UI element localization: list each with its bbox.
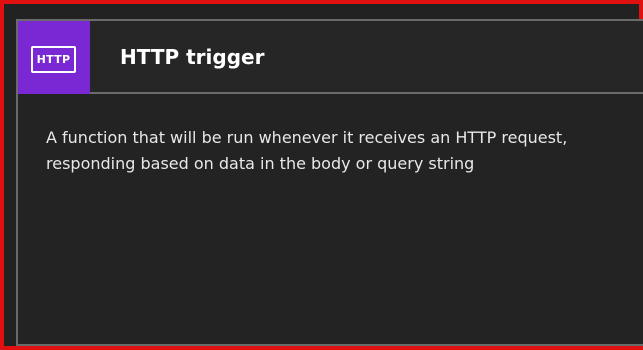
http-icon-tile: HTTP xyxy=(18,21,90,94)
card-header: HTTP HTTP trigger xyxy=(18,21,643,94)
http-icon: HTTP xyxy=(31,46,76,73)
selection-highlight-frame: HTTP HTTP trigger A function that will b… xyxy=(0,0,643,350)
http-trigger-template-card[interactable]: HTTP HTTP trigger A function that will b… xyxy=(16,19,643,346)
card-description: A function that will be run whenever it … xyxy=(46,128,568,173)
card-title: HTTP trigger xyxy=(120,45,265,69)
